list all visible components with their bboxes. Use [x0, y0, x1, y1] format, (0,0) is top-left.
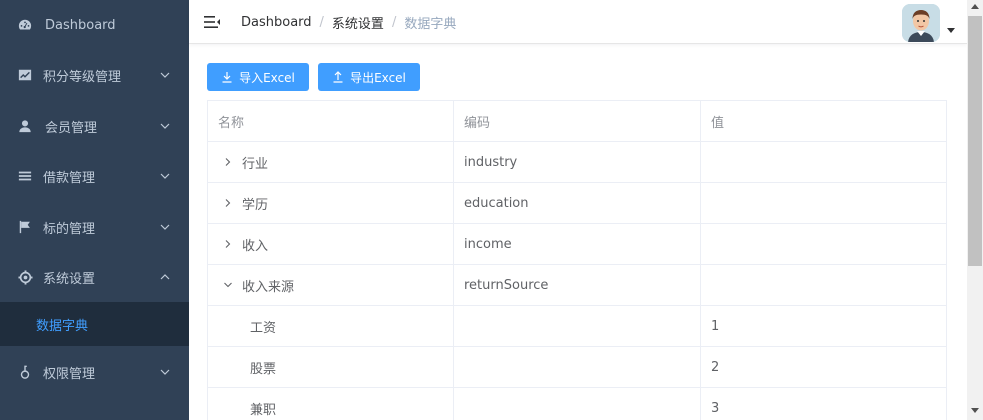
sidebar-item-label: 积分等级管理 [43, 69, 122, 85]
sidebar-item-targets[interactable]: 标的管理 [0, 202, 189, 252]
breadcrumb-separator: / [319, 15, 324, 30]
row-value [701, 224, 947, 264]
sidebar-subitem-data-dictionary[interactable]: 数据字典 [0, 302, 189, 346]
user-icon [17, 118, 33, 134]
data-dictionary-table: 名称 编码 值 行业 industry 学历 education 收入 inco… [207, 100, 947, 420]
export-excel-label: 导出Excel [350, 70, 406, 85]
table-header-row: 名称 编码 值 [208, 101, 947, 142]
sidebar: Dashboard 积分等级管理 会员管理 借款管理 标的管理 系统设置 数据字… [0, 0, 189, 420]
chevron-down-icon[interactable] [222, 279, 234, 291]
avatar[interactable] [902, 4, 940, 42]
chevron-up-icon [160, 274, 170, 280]
row-code [454, 347, 701, 387]
row-name: 股票 [250, 361, 277, 377]
chevron-down-icon [160, 72, 170, 78]
list-icon [17, 168, 33, 184]
column-header-code[interactable]: 编码 [454, 101, 701, 142]
sidebar-item-members[interactable]: 会员管理 [0, 101, 189, 151]
row-name: 收入 [242, 238, 269, 254]
breadcrumb-item-dashboard[interactable]: Dashboard [241, 15, 312, 30]
import-excel-label: 导入Excel [239, 70, 295, 85]
avatar-image [902, 4, 940, 42]
breadcrumb-item-current: 数据字典 [404, 17, 457, 32]
gear-icon [17, 269, 33, 285]
row-value [701, 265, 947, 305]
row-value [701, 142, 947, 182]
scroll-up-arrow-icon[interactable] [971, 4, 979, 9]
column-header-value[interactable]: 值 [701, 101, 947, 142]
caret-down-icon[interactable] [947, 28, 955, 33]
row-value: 3 [701, 388, 947, 420]
sidebar-item-label: 会员管理 [45, 120, 98, 136]
breadcrumb: Dashboard / 系统设置 / 数据字典 [241, 13, 456, 32]
chevron-down-icon [160, 224, 170, 230]
sidebar-item-label: 标的管理 [43, 221, 96, 237]
table-row[interactable]: 收入来源 returnSource [208, 265, 947, 306]
export-excel-button[interactable]: 导出Excel [318, 63, 420, 91]
row-value: 1 [701, 306, 947, 346]
row-code: education [454, 183, 701, 223]
row-value: 2 [701, 347, 947, 387]
navbar: Dashboard / 系统设置 / 数据字典 [189, 0, 967, 44]
row-code: returnSource [454, 265, 701, 305]
table-row-child[interactable]: 兼职 3 [208, 388, 947, 420]
upload-icon [333, 71, 343, 83]
row-name: 学历 [242, 197, 269, 213]
chevron-right-icon[interactable] [222, 156, 234, 168]
row-value [701, 183, 947, 223]
hamburger-icon[interactable] [203, 13, 221, 31]
scrollbar-thumb[interactable] [968, 16, 982, 266]
row-code [454, 388, 701, 420]
chevron-down-icon [160, 123, 170, 129]
row-name: 工资 [250, 320, 277, 336]
sidebar-item-label: 借款管理 [43, 170, 96, 186]
table-row[interactable]: 行业 industry [208, 142, 947, 183]
table-row-child[interactable]: 工资 1 [208, 306, 947, 347]
row-code: industry [454, 142, 701, 182]
breadcrumb-item-system-settings[interactable]: 系统设置 [332, 13, 384, 32]
lock-icon [17, 364, 33, 380]
download-icon [222, 72, 232, 83]
row-code: income [454, 224, 701, 264]
chevron-right-icon[interactable] [222, 238, 234, 250]
sidebar-item-points-level[interactable]: 积分等级管理 [0, 50, 189, 100]
sidebar-subitem-label: 数据字典 [36, 318, 89, 334]
sidebar-item-label: 系统设置 [43, 271, 96, 287]
row-name: 兼职 [250, 402, 277, 418]
flag-icon [17, 219, 33, 235]
chevron-right-icon[interactable] [222, 197, 234, 209]
sidebar-item-permissions[interactable]: 权限管理 [0, 347, 189, 397]
table-row-child[interactable]: 股票 2 [208, 347, 947, 388]
table-row[interactable]: 学历 education [208, 183, 947, 224]
row-code [454, 306, 701, 346]
chevron-down-icon [160, 369, 170, 375]
vertical-scrollbar[interactable] [967, 0, 983, 420]
import-excel-button[interactable]: 导入Excel [207, 63, 309, 91]
sidebar-item-dashboard[interactable]: Dashboard [0, 0, 189, 50]
sidebar-item-label: 权限管理 [43, 366, 96, 382]
column-header-name[interactable]: 名称 [208, 101, 454, 142]
scroll-down-arrow-icon[interactable] [971, 408, 979, 413]
table-row[interactable]: 收入 income [208, 224, 947, 265]
sidebar-item-loans[interactable]: 借款管理 [0, 151, 189, 201]
breadcrumb-separator: / [391, 15, 397, 30]
sidebar-item-label: Dashboard [45, 17, 116, 33]
sidebar-item-system-settings[interactable]: 系统设置 [0, 252, 189, 302]
dashboard-icon [17, 17, 33, 33]
row-name: 收入来源 [242, 279, 295, 295]
chevron-down-icon [160, 173, 170, 179]
chart-icon [17, 67, 33, 83]
row-name: 行业 [242, 156, 269, 172]
